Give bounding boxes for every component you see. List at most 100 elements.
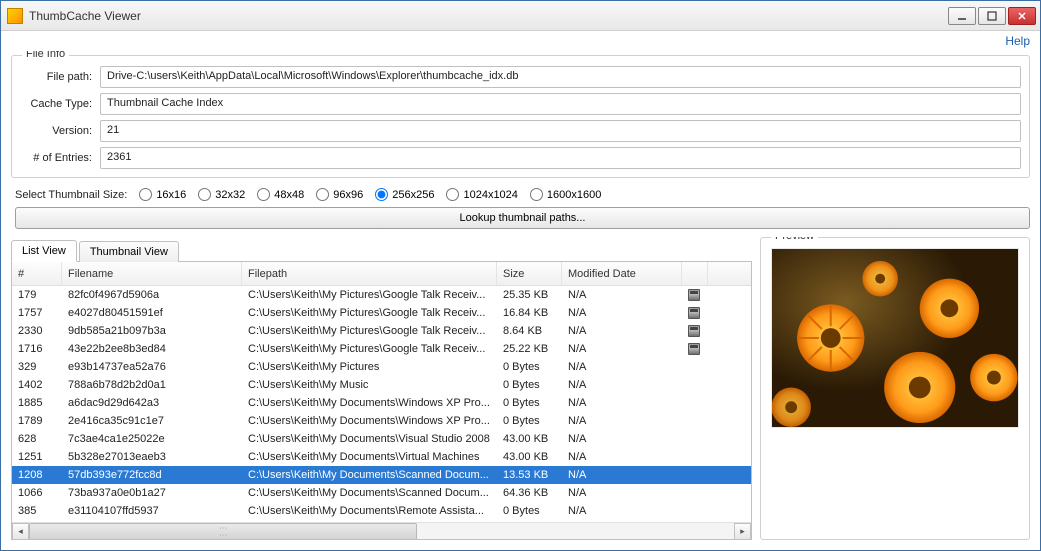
cell-filepath: C:\Users\Keith\My Pictures\Google Talk R… xyxy=(242,343,497,355)
radio-32x32[interactable]: 32x32 xyxy=(198,188,245,201)
tab-list-view[interactable]: List View xyxy=(11,240,77,262)
cell-size: 16.84 KB xyxy=(497,307,562,319)
h-scrollbar[interactable]: ◂ ▸ xyxy=(12,522,751,539)
scroll-thumb[interactable] xyxy=(29,523,417,540)
th-icon[interactable] xyxy=(682,262,708,285)
cell-filepath: C:\Users\Keith\My Documents\Virtual Mach… xyxy=(242,451,497,463)
cell-date: N/A xyxy=(562,469,682,481)
table-body[interactable]: 17982fc0f4967d5906aC:\Users\Keith\My Pic… xyxy=(12,286,751,522)
cell-filename: a6dac9d29d642a3 xyxy=(62,397,242,409)
cell-filename: 7c3ae4ca1e25022e xyxy=(62,433,242,445)
radio-48x48[interactable]: 48x48 xyxy=(257,188,304,201)
cell-icon xyxy=(682,325,708,337)
cell-filename: e4027d80451591ef xyxy=(62,307,242,319)
cell-filename: 788a6b78d2b2d0a1 xyxy=(62,379,242,391)
left-column: List View Thumbnail View # Filename File… xyxy=(11,237,752,540)
file-path-value[interactable]: Drive-C:\users\Keith\AppData\Local\Micro… xyxy=(100,66,1021,88)
th-filepath[interactable]: Filepath xyxy=(242,262,497,285)
table-row[interactable]: 17982fc0f4967d5906aC:\Users\Keith\My Pic… xyxy=(12,286,751,304)
disk-icon xyxy=(688,307,700,319)
cell-icon xyxy=(682,343,708,355)
table-row[interactable]: 329e93b14737ea52a76C:\Users\Keith\My Pic… xyxy=(12,358,751,376)
maximize-icon xyxy=(987,11,997,21)
scroll-right-button[interactable]: ▸ xyxy=(734,523,751,540)
cell-date: N/A xyxy=(562,487,682,499)
version-label: Version: xyxy=(20,125,100,137)
close-button[interactable] xyxy=(1008,7,1036,25)
radio-input-96x96[interactable] xyxy=(316,188,329,201)
radio-16x16[interactable]: 16x16 xyxy=(139,188,186,201)
cache-type-row: Cache Type: Thumbnail Cache Index xyxy=(20,93,1021,115)
lookup-button[interactable]: Lookup thumbnail paths... xyxy=(15,207,1030,229)
cell-size: 25.22 KB xyxy=(497,343,562,355)
radio-input-32x32[interactable] xyxy=(198,188,211,201)
table-row[interactable]: 6287c3ae4ca1e25022eC:\Users\Keith\My Doc… xyxy=(12,430,751,448)
file-path-label: File path: xyxy=(20,71,100,83)
thumbnail-size-row: Select Thumbnail Size: 16x1632x3248x4896… xyxy=(11,178,1030,207)
th-num[interactable]: # xyxy=(12,262,62,285)
cell-date: N/A xyxy=(562,451,682,463)
help-link[interactable]: Help xyxy=(1005,34,1030,48)
entries-row: # of Entries: 2361 xyxy=(20,147,1021,169)
cache-type-value[interactable]: Thumbnail Cache Index xyxy=(100,93,1021,115)
radio-input-1024x1024[interactable] xyxy=(446,188,459,201)
entries-value[interactable]: 2361 xyxy=(100,147,1021,169)
cell-num: 385 xyxy=(12,505,62,517)
table-row[interactable]: 1757e4027d80451591efC:\Users\Keith\My Pi… xyxy=(12,304,751,322)
version-value[interactable]: 21 xyxy=(100,120,1021,142)
radio-input-16x16[interactable] xyxy=(139,188,152,201)
radio-label-text: 256x256 xyxy=(392,189,434,201)
radio-96x96[interactable]: 96x96 xyxy=(316,188,363,201)
tab-thumb-view[interactable]: Thumbnail View xyxy=(79,241,179,262)
table-row[interactable]: 106673ba937a0e0b1a27C:\Users\Keith\My Do… xyxy=(12,484,751,502)
scroll-left-button[interactable]: ◂ xyxy=(12,523,29,540)
file-info-title: File Info xyxy=(22,51,69,60)
scroll-track[interactable] xyxy=(29,523,734,540)
cell-icon xyxy=(682,289,708,301)
table-row[interactable]: 385e31104107ffd5937C:\Users\Keith\My Doc… xyxy=(12,502,751,520)
table-row[interactable]: 23309db585a21b097b3aC:\Users\Keith\My Pi… xyxy=(12,322,751,340)
radio-1024x1024[interactable]: 1024x1024 xyxy=(446,188,517,201)
cell-filepath: C:\Users\Keith\My Music xyxy=(242,379,497,391)
maximize-button[interactable] xyxy=(978,7,1006,25)
table-row[interactable]: 17892e416ca35c91c1e7C:\Users\Keith\My Do… xyxy=(12,412,751,430)
radio-input-256x256[interactable] xyxy=(375,188,388,201)
radio-input-1600x1600[interactable] xyxy=(530,188,543,201)
cell-date: N/A xyxy=(562,433,682,445)
table-row[interactable]: 12515b328e27013eaeb3C:\Users\Keith\My Do… xyxy=(12,448,751,466)
file-info-group: File Info File path: Drive-C:\users\Keit… xyxy=(11,55,1030,178)
close-icon xyxy=(1017,11,1027,21)
cell-size: 0 Bytes xyxy=(497,361,562,373)
th-size[interactable]: Size xyxy=(497,262,562,285)
cell-size: 0 Bytes xyxy=(497,397,562,409)
table-row[interactable]: 1402788a6b78d2b2d0a1C:\Users\Keith\My Mu… xyxy=(12,376,751,394)
th-filename[interactable]: Filename xyxy=(62,262,242,285)
cell-num: 2330 xyxy=(12,325,62,337)
radio-label-text: 32x32 xyxy=(215,189,245,201)
table-container: # Filename Filepath Size Modified Date 1… xyxy=(11,261,752,540)
cell-size: 0 Bytes xyxy=(497,379,562,391)
cell-size: 0 Bytes xyxy=(497,415,562,427)
entries-label: # of Entries: xyxy=(20,152,100,164)
cell-date: N/A xyxy=(562,307,682,319)
cell-size: 64.36 KB xyxy=(497,487,562,499)
cell-filepath: C:\Users\Keith\My Documents\Windows XP P… xyxy=(242,415,497,427)
cell-filepath: C:\Users\Keith\My Pictures\Google Talk R… xyxy=(242,325,497,337)
th-date[interactable]: Modified Date xyxy=(562,262,682,285)
cell-filepath: C:\Users\Keith\My Pictures\Google Talk R… xyxy=(242,289,497,301)
cell-filepath: C:\Users\Keith\My Documents\Visual Studi… xyxy=(242,433,497,445)
cell-filepath: C:\Users\Keith\My Pictures xyxy=(242,361,497,373)
table-row[interactable]: 171643e22b2ee8b3ed84C:\Users\Keith\My Pi… xyxy=(12,340,751,358)
radio-256x256[interactable]: 256x256 xyxy=(375,188,434,201)
disk-icon xyxy=(688,325,700,337)
cell-filename: e31104107ffd5937 xyxy=(62,505,242,517)
radio-input-48x48[interactable] xyxy=(257,188,270,201)
right-column: Preview xyxy=(760,237,1030,540)
cell-num: 1757 xyxy=(12,307,62,319)
table-row[interactable]: 1885a6dac9d29d642a3C:\Users\Keith\My Doc… xyxy=(12,394,751,412)
table-row[interactable]: 120857db393e772fcc8dC:\Users\Keith\My Do… xyxy=(12,466,751,484)
radio-1600x1600[interactable]: 1600x1600 xyxy=(530,188,601,201)
minimize-button[interactable] xyxy=(948,7,976,25)
file-path-row: File path: Drive-C:\users\Keith\AppData\… xyxy=(20,66,1021,88)
cell-date: N/A xyxy=(562,343,682,355)
